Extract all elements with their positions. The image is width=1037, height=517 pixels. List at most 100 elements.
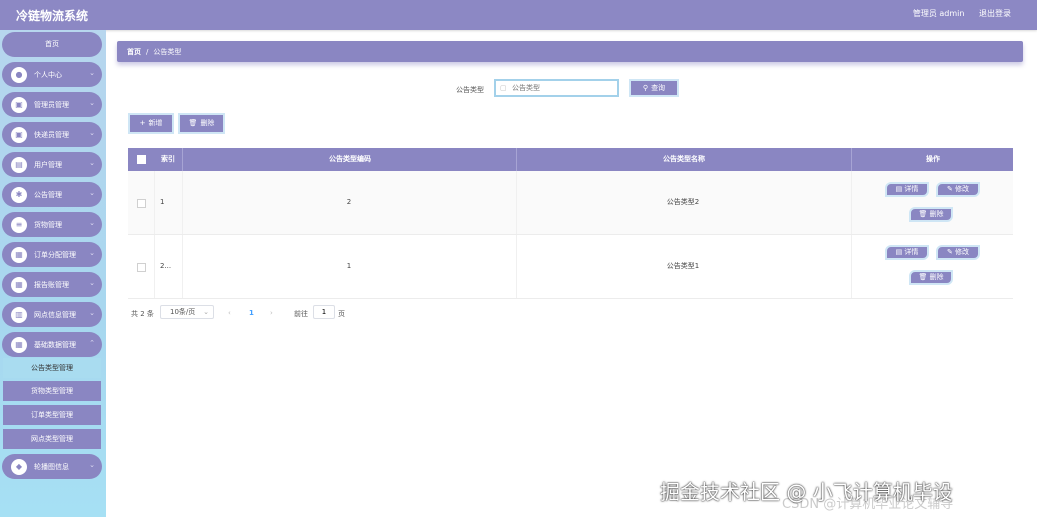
row-checkbox[interactable] bbox=[137, 263, 146, 272]
sidebar-item-label: 网点信息管理 bbox=[34, 311, 76, 319]
juejin-watermark: 掘金技术社区 @ 小飞计算机毕设 bbox=[660, 480, 953, 504]
goto-label: 前往 bbox=[294, 310, 308, 318]
sidebar-item-label: 个人中心 bbox=[34, 71, 62, 79]
chevron-down-icon: ⌄ bbox=[89, 219, 95, 227]
chevron-down-icon: ⌄ bbox=[89, 249, 95, 257]
cell-name: 公告类型2 bbox=[666, 198, 700, 206]
sidebar-subitem-notice-type[interactable]: 公告类型管理 bbox=[3, 358, 101, 378]
input-prefix-icon: ▢ bbox=[500, 84, 507, 92]
search-button[interactable]: ⚲ 查询 bbox=[629, 79, 679, 97]
select-all-checkbox[interactable] bbox=[137, 155, 146, 164]
goto-page-input[interactable] bbox=[313, 305, 335, 319]
chevron-down-icon: ⌄ bbox=[89, 309, 95, 317]
sidebar-item-label: 轮播图信息 bbox=[34, 463, 69, 471]
sidebar-item-report-management[interactable]: ▦ 报告账管理 ⌄ bbox=[2, 272, 102, 297]
edit-button-label: 修改 bbox=[955, 185, 970, 193]
sidebar-item-label: 报告账管理 bbox=[34, 281, 69, 289]
bar-chart-icon: ▥ bbox=[11, 307, 27, 323]
delete-button-label: 删除 bbox=[200, 119, 215, 127]
sidebar-item-personal-center[interactable]: ● 个人中心 ⌄ bbox=[2, 62, 102, 87]
add-button-label: 新增 bbox=[148, 119, 163, 127]
pencil-icon: ✎ bbox=[946, 185, 956, 193]
row-delete-button-label: 删除 bbox=[929, 210, 944, 218]
chevron-down-icon: ⌄ bbox=[203, 308, 209, 316]
sidebar-item-outlet-info[interactable]: ▥ 网点信息管理 ⌄ bbox=[2, 302, 102, 327]
detail-button-label: 详情 bbox=[904, 185, 919, 193]
briefcase-icon: ▣ bbox=[11, 127, 27, 143]
detail-button[interactable]: ▤ 详情 bbox=[885, 245, 929, 260]
search-input[interactable] bbox=[494, 79, 619, 97]
sidebar-item-base-data[interactable]: ▦ 基础数据管理 ⌃ bbox=[2, 332, 102, 357]
top-bar: 冷链物流系统 管理员 admin 退出登录 bbox=[0, 0, 1037, 30]
table-row: 2... 1 公告类型1 ▤ 详情 ✎ 修改 🗑 删除 bbox=[128, 235, 1013, 299]
page-size-select[interactable]: 10条/页 ⌄ bbox=[160, 305, 214, 319]
detail-button-label: 详情 bbox=[904, 248, 919, 256]
pagination: 共 2 条 10条/页 ⌄ ‹ 1 › 前往 页 bbox=[131, 305, 431, 321]
header-name: 公告类型名称 bbox=[516, 148, 851, 171]
sidebar-subitem-outlet-type[interactable]: 网点类型管理 bbox=[3, 429, 101, 449]
sidebar-item-home[interactable]: 首页 bbox=[2, 32, 102, 57]
cell-code: 2 bbox=[346, 198, 352, 206]
sidebar: 首页 ● 个人中心 ⌄ ▣ 管理员管理 ⌄ ▣ 快递员管理 ⌄ ▤ 用户管理 ⌄… bbox=[0, 30, 106, 517]
prev-page-button[interactable]: ‹ bbox=[228, 309, 231, 317]
sliders-icon: ≡ bbox=[11, 217, 27, 233]
column-divider bbox=[851, 235, 852, 298]
id-card-icon: ▤ bbox=[11, 157, 27, 173]
grid-icon: ▦ bbox=[11, 247, 27, 263]
breadcrumb: 首页 / 公告类型 bbox=[127, 47, 181, 57]
trash-icon: 🗑 bbox=[918, 273, 930, 281]
sidebar-item-label: 公告管理 bbox=[34, 191, 62, 199]
trash-icon: 🗑 bbox=[188, 119, 198, 127]
edit-button[interactable]: ✎ 修改 bbox=[936, 245, 980, 260]
sidebar-item-goods-management[interactable]: ≡ 货物管理 ⌄ bbox=[2, 212, 102, 237]
row-delete-button[interactable]: 🗑 删除 bbox=[909, 207, 953, 222]
pagination-total: 共 2 条 bbox=[131, 310, 154, 318]
search-label: 公告类型 bbox=[456, 86, 484, 94]
table-row: 1 2 公告类型2 ▤ 详情 ✎ 修改 🗑 删除 bbox=[128, 171, 1013, 235]
chevron-down-icon: ⌄ bbox=[89, 279, 95, 287]
next-page-button[interactable]: › bbox=[270, 309, 273, 317]
breadcrumb-bar: 首页 / 公告类型 bbox=[117, 41, 1023, 62]
row-checkbox[interactable] bbox=[137, 199, 146, 208]
chevron-down-icon: ⌄ bbox=[89, 99, 95, 107]
sidebar-item-courier-management[interactable]: ▣ 快递员管理 ⌄ bbox=[2, 122, 102, 147]
delete-button[interactable]: 🗑 删除 bbox=[178, 113, 225, 134]
sidebar-item-notice-management[interactable]: ✱ 公告管理 ⌄ bbox=[2, 182, 102, 207]
current-page[interactable]: 1 bbox=[249, 309, 254, 317]
logout-link[interactable]: 退出登录 bbox=[979, 9, 1011, 18]
sidebar-item-admin-management[interactable]: ▣ 管理员管理 ⌄ bbox=[2, 92, 102, 117]
sidebar-item-label: 管理员管理 bbox=[34, 101, 69, 109]
chevron-down-icon: ⌄ bbox=[89, 159, 95, 167]
trash-icon: 🗑 bbox=[918, 210, 930, 218]
detail-button[interactable]: ▤ 详情 bbox=[885, 182, 929, 197]
sidebar-subitem-order-type[interactable]: 订单类型管理 bbox=[3, 405, 101, 425]
cell-name: 公告类型1 bbox=[666, 262, 700, 270]
edit-button[interactable]: ✎ 修改 bbox=[936, 182, 980, 197]
grid-icon: ▦ bbox=[11, 277, 27, 293]
breadcrumb-current: 公告类型 bbox=[153, 48, 182, 56]
sidebar-item-label: 基础数据管理 bbox=[34, 341, 76, 349]
row-delete-button-label: 删除 bbox=[929, 273, 944, 281]
search-icon: ⚲ bbox=[642, 84, 649, 92]
sidebar-item-label: 首页 bbox=[45, 40, 59, 48]
page-unit-label: 页 bbox=[338, 310, 345, 318]
sidebar-item-label: 货物管理 bbox=[34, 221, 62, 229]
chevron-down-icon: ⌄ bbox=[89, 461, 95, 469]
sidebar-subitem-goods-type[interactable]: 货物类型管理 bbox=[3, 381, 101, 401]
add-button[interactable]: + 新增 bbox=[128, 113, 174, 134]
current-user-label: 管理员 admin bbox=[912, 9, 965, 18]
grid-icon: ▦ bbox=[11, 337, 27, 353]
column-divider bbox=[154, 235, 155, 298]
sidebar-item-carousel[interactable]: ◆ 轮播图信息 ⌄ bbox=[2, 454, 102, 479]
sidebar-item-label: 订单分配管理 bbox=[34, 251, 76, 259]
plus-icon: + bbox=[139, 119, 146, 127]
pencil-icon: ✎ bbox=[946, 248, 956, 256]
sidebar-item-order-assignment[interactable]: ▦ 订单分配管理 ⌄ bbox=[2, 242, 102, 267]
header-user-area: 管理员 admin 退出登录 bbox=[901, 8, 1011, 19]
cell-index: 1 bbox=[160, 198, 165, 206]
breadcrumb-home[interactable]: 首页 bbox=[127, 48, 141, 56]
sidebar-item-user-management[interactable]: ▤ 用户管理 ⌄ bbox=[2, 152, 102, 177]
user-icon: ● bbox=[11, 67, 27, 83]
app-title: 冷链物流系统 bbox=[16, 9, 89, 23]
row-delete-button[interactable]: 🗑 删除 bbox=[909, 270, 953, 285]
